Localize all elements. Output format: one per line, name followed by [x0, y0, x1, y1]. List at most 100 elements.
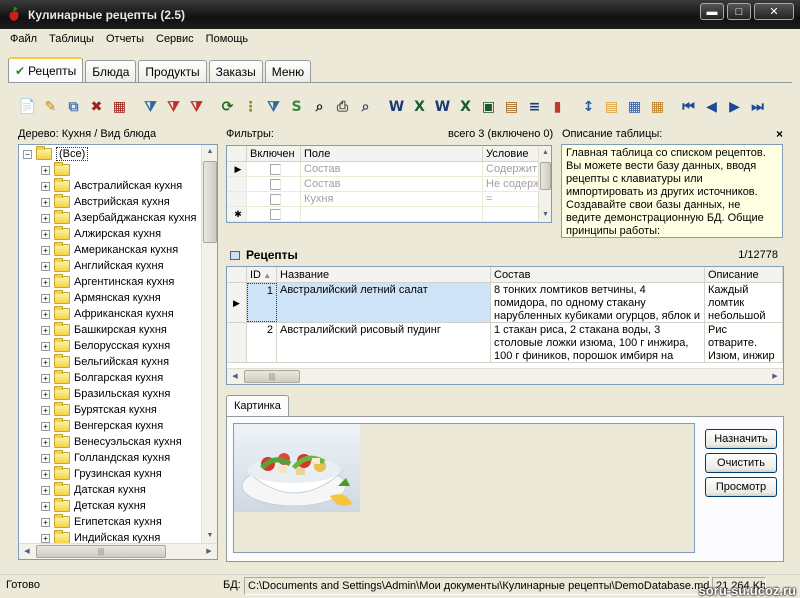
tree-item[interactable]: + Бразильская кухня [21, 386, 217, 402]
cell-description[interactable]: Рис отварите. Изюм, инжир смешать с рисо… [705, 323, 783, 362]
expand-icon[interactable]: + [41, 293, 50, 303]
expand-icon[interactable]: + [41, 181, 50, 191]
tree-item[interactable]: + Детская кухня [21, 498, 217, 514]
preview-button[interactable]: Просмотр [705, 477, 777, 497]
expand-icon[interactable]: + [41, 213, 50, 223]
expand-icon[interactable]: + [41, 517, 50, 527]
find-button[interactable]: ⌕ [308, 96, 331, 118]
copy-button[interactable]: ⧉ [62, 96, 85, 118]
export-word-button[interactable]: W [385, 96, 408, 118]
tab-picture[interactable]: Картинка [226, 395, 289, 417]
tree-item[interactable]: + Египетская кухня [21, 514, 217, 530]
filter-clear-button[interactable]: ⧩ [162, 96, 185, 118]
next-button[interactable]: ▶ [723, 96, 746, 118]
tree-item[interactable]: + Голландская кухня [21, 450, 217, 466]
expand-icon[interactable]: + [41, 197, 50, 207]
sort-button[interactable]: ↕ [577, 96, 600, 118]
col-id[interactable]: ID ▲ [247, 267, 277, 282]
col-description[interactable]: Описание [705, 267, 783, 282]
refresh-button[interactable]: ⟳ [216, 96, 239, 118]
cell-description[interactable]: Каждый ломтик небольшой сельдерей и [705, 283, 783, 322]
tree-item[interactable]: + Австрийская кухня [21, 194, 217, 210]
scroll-down-icon[interactable]: ▼ [540, 208, 551, 222]
tree-item[interactable]: + Армянская кухня [21, 290, 217, 306]
scroll-up-icon[interactable]: ▲ [203, 145, 217, 159]
filters-grid[interactable]: Включен Поле Условие ▶ Состав Содержит С… [226, 145, 552, 223]
scroll-left-icon[interactable]: ◀ [227, 369, 243, 384]
scroll-down-icon[interactable]: ▼ [203, 529, 217, 543]
tree-item[interactable]: + Азербайджанская кухня [21, 210, 217, 226]
menu-tables[interactable]: Таблицы [43, 33, 100, 45]
print-button[interactable]: ⎙ [331, 96, 354, 118]
tree-vertical-scrollbar[interactable]: ▲ ▼ [201, 145, 217, 543]
prev-button[interactable]: ◀ [700, 96, 723, 118]
expand-icon[interactable]: + [41, 245, 50, 255]
filter-condition[interactable]: = [483, 192, 539, 206]
tree-item[interactable]: + Датская кухня [21, 482, 217, 498]
description-close-icon[interactable]: × [776, 127, 783, 141]
tab-dishes[interactable]: Блюда [85, 60, 137, 82]
tree-item[interactable]: + Бельгийская кухня [21, 354, 217, 370]
expand-icon[interactable]: + [41, 325, 50, 335]
tab-products[interactable]: Продукты [138, 60, 207, 82]
expand-icon[interactable]: + [41, 261, 50, 271]
tree-item[interactable]: + Английская кухня [21, 258, 217, 274]
table-button[interactable]: ▦ [623, 96, 646, 118]
enabled-checkbox[interactable] [269, 179, 281, 190]
scroll-up-icon[interactable]: ▲ [540, 146, 551, 160]
scroll-thumb[interactable]: ||| [244, 370, 300, 383]
filter-field[interactable]: Состав [301, 177, 483, 191]
expand-icon[interactable]: + [41, 501, 50, 511]
collapse-icon[interactable]: − [23, 149, 32, 159]
filter-remove-button[interactable]: ⧩ [185, 96, 208, 118]
expand-icon[interactable]: + [41, 405, 50, 415]
col-field[interactable]: Поле [301, 146, 483, 161]
scroll-thumb[interactable] [540, 162, 551, 190]
col-condition[interactable]: Условие [483, 146, 539, 161]
table-row[interactable]: ▶ 1 Австралийский летний салат 8 тонких … [227, 283, 783, 323]
filter-new-row[interactable]: ✱ [227, 207, 551, 222]
enabled-checkbox[interactable] [269, 194, 281, 205]
enabled-checkbox[interactable] [269, 209, 281, 220]
tree-item[interactable]: + Башкирская кухня [21, 322, 217, 338]
sql-button[interactable]: S [285, 96, 308, 118]
tree-item[interactable]: + Бурятская кухня [21, 402, 217, 418]
cell-composition[interactable]: 8 тонких ломтиков ветчины, 4 помидора, п… [491, 283, 705, 322]
export-word2-button[interactable]: W [431, 96, 454, 118]
cell-composition[interactable]: 1 стакан риса, 2 стакана воды, 3 столовы… [491, 323, 705, 362]
expand-icon[interactable]: + [41, 469, 50, 479]
filter-field[interactable]: Кухня [301, 192, 483, 206]
recipes-horizontal-scrollbar[interactable]: ◀ ||| ▶ [227, 368, 783, 384]
tree-item[interactable]: + Африканская кухня [21, 306, 217, 322]
scroll-right-icon[interactable]: ▶ [767, 369, 783, 384]
filters-vertical-scrollbar[interactable]: ▲ ▼ [538, 146, 551, 222]
export-html-button[interactable]: ▣ [477, 96, 500, 118]
chart-button[interactable]: ▮ [546, 96, 569, 118]
recipes-grid[interactable]: ID ▲ Название Состав Описание ▶ 1 Австра… [226, 266, 784, 385]
table-row[interactable]: 2 Австралийский рисовый пудинг 1 стакан … [227, 323, 783, 363]
menu-service[interactable]: Сервис [150, 33, 200, 45]
cell-id[interactable]: 1 [247, 283, 277, 322]
filter-condition[interactable]: Не содерж [483, 177, 539, 191]
expand-icon[interactable]: + [41, 165, 50, 175]
tree-item[interactable]: + [21, 162, 217, 178]
menu-file[interactable]: Файл [4, 33, 43, 45]
export-excel-button[interactable]: X [408, 96, 431, 118]
category-tree[interactable]: − (Все) + + Австралийская кухня + Австрийская … [18, 144, 218, 560]
tree-view-button[interactable]: ⋮ [239, 96, 262, 118]
expand-icon[interactable]: + [41, 533, 50, 543]
tree-item[interactable]: + Болгарская кухня [21, 370, 217, 386]
expand-icon[interactable]: + [41, 437, 50, 447]
scroll-right-icon[interactable]: ▶ [201, 544, 217, 559]
cell-name[interactable]: Австралийский летний салат [277, 283, 491, 322]
export-text-button[interactable]: ≡ [523, 96, 546, 118]
expand-icon[interactable]: + [41, 229, 50, 239]
filter-field[interactable]: Состав [301, 162, 483, 176]
tree-root[interactable]: − (Все) [21, 146, 217, 162]
expand-icon[interactable]: + [41, 485, 50, 495]
col-enabled[interactable]: Включен [247, 146, 301, 161]
delete-button[interactable]: ✖ [85, 96, 108, 118]
filter-row[interactable]: ▶ Состав Содержит [227, 162, 551, 177]
tree-item[interactable]: + Австралийская кухня [21, 178, 217, 194]
close-window-button[interactable]: ✕ [754, 3, 794, 20]
